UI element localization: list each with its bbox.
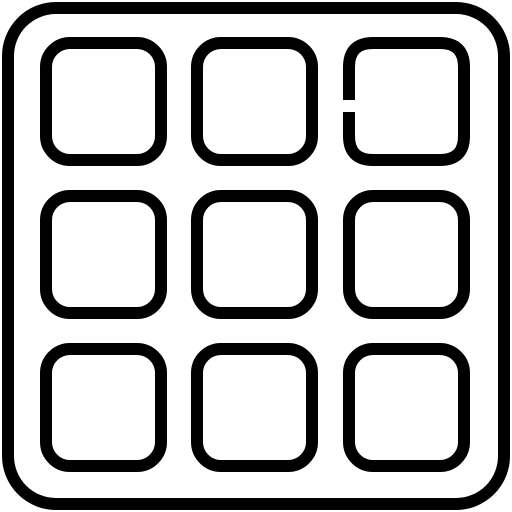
grid-cells [40, 37, 470, 472]
grid-cell-r3-c3 [343, 343, 470, 472]
grid-cell-r2-c3 [343, 190, 470, 319]
grid-cell-r3-c2 [191, 343, 318, 472]
grid-cell-r3-c1 [40, 343, 167, 472]
grid-cell-r1-c2 [191, 37, 318, 166]
grid-cell-r2-c2 [191, 190, 318, 319]
grid-cell-r2-c1 [40, 190, 167, 319]
grid-cell-r1-c3 [343, 37, 470, 166]
grid-3x3-icon [2, 2, 510, 510]
grid-cell-r1-c1 [40, 37, 167, 166]
outer-frame [2, 2, 510, 510]
